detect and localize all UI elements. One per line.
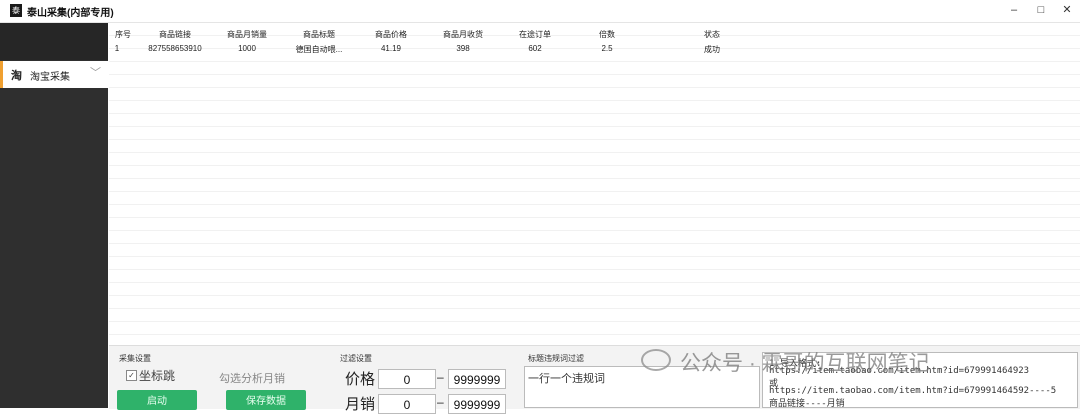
url-text-line: 商品链接----月销 [769,399,845,408]
column-header[interactable]: 序号 [115,29,131,40]
column-header[interactable]: 倍数 [599,29,615,40]
sidebar-item-label: 淘宝采集 [30,72,70,83]
taobao-icon: 淘 [11,70,22,82]
price-label: 价格 [345,371,376,388]
price-max-input[interactable]: 9999999 [448,369,506,389]
sales-max-input[interactable]: 9999999 [448,394,506,414]
month-sales-label: 月销 [345,396,376,413]
range-dash: – [437,370,444,384]
column-header[interactable]: 商品标题 [303,29,335,40]
maximize-button[interactable]: □ [1030,2,1052,18]
table-cell[interactable]: 1000 [238,44,256,53]
column-header[interactable]: 在途订单 [519,29,551,40]
chevron-down-icon[interactable]: ﹀ [90,64,101,80]
app-icon: 泰 [10,4,22,17]
window-title: 泰山采集(内部专用) [27,8,114,19]
url-text-line: https://item.taobao.com/item.htm?id=6799… [769,386,1057,396]
filter-settings-label: 过滤设置 [340,354,372,363]
column-header[interactable]: 状态 [704,29,720,40]
table-cell[interactable]: 827558653910 [148,44,201,53]
wechat-icon [641,349,671,371]
sidebar-header [0,23,108,60]
close-button[interactable]: ✕ [1056,2,1078,18]
keyword-placeholder: 一行一个违规词 [528,373,605,385]
analyze-month-sales-label[interactable]: 勾选分析月销 [219,370,285,386]
watermark-text: 公众号 · 霖哥的互联网笔记 [680,352,930,375]
sidebar-item-taobao-collect[interactable]: 淘 淘宝采集 ﹀ [0,61,108,88]
coordinate-checkbox-label: 坐标跳 [139,369,176,383]
column-header[interactable]: 商品链接 [159,29,191,40]
table-cell[interactable]: 602 [528,44,541,53]
sidebar: 淘 淘宝采集 ﹀ [0,23,108,408]
save-data-button[interactable]: 保存数据 [226,390,306,410]
collect-settings-label: 采集设置 [119,354,151,363]
price-min-input[interactable]: 0 [378,369,436,389]
table-cell[interactable]: 成功 [704,44,720,55]
title-keyword-filter-label: 标题违规词过滤 [528,354,584,363]
column-header[interactable]: 商品价格 [375,29,407,40]
range-dash: – [437,395,444,409]
coordinate-checkbox[interactable]: ✓ [126,370,137,381]
sales-min-input[interactable]: 0 [378,394,436,414]
table-cell[interactable]: 德国自动喂... [296,44,343,55]
results-table[interactable]: 序号 商品链接 商品月销量 商品标题 商品价格 商品月收货 在途订单 倍数 状态… [109,23,1080,345]
minimize-button[interactable]: – [1003,2,1025,18]
table-cell[interactable]: 398 [456,44,469,53]
table-cell[interactable]: 2.5 [601,44,612,53]
table-cell[interactable]: 1 [115,44,119,53]
start-button[interactable]: 启动 [117,390,197,410]
title-bar: 泰 泰山采集(内部专用) – □ ✕ [0,0,1080,23]
table-cell[interactable]: 41.19 [381,44,401,53]
column-header[interactable]: 商品月销量 [227,29,267,40]
column-header[interactable]: 商品月收货 [443,29,483,40]
